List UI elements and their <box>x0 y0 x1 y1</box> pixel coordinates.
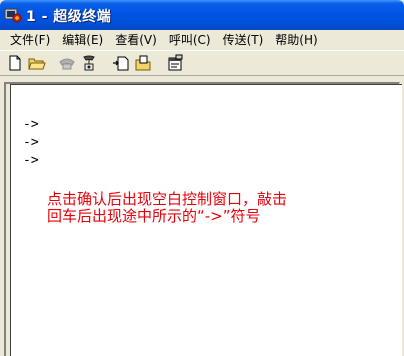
open-button[interactable] <box>28 54 46 72</box>
call-phone-icon <box>59 58 75 70</box>
menu-edit[interactable]: 编辑(E) <box>56 31 109 49</box>
open-folder-icon <box>28 58 46 70</box>
send-button[interactable] <box>112 54 130 72</box>
receive-icon <box>135 55 151 71</box>
call-button[interactable] <box>58 54 76 72</box>
hyperterminal-app-icon[interactable] <box>4 6 22 24</box>
terminal-prompt-line: -> <box>23 135 39 150</box>
annotation-line-1: 点击确认后出现空白控制窗口，敲击 <box>47 190 288 208</box>
menu-transfer[interactable]: 传送(T) <box>217 31 270 49</box>
annotation-text: 点击确认后出现空白控制窗口，敲击 回车后出现途中所示的“->”符号 <box>47 191 287 225</box>
menu-bar: 文件(F) 编辑(E) 查看(V) 呼叫(C) 传送(T) 帮助(H) <box>0 30 404 50</box>
send-icon <box>113 56 129 71</box>
terminal-prompt-line: -> <box>23 153 39 168</box>
terminal-screen[interactable]: -> -> -> 点击确认后出现空白控制窗口，敲击 回车后出现途中所示的“->”… <box>10 84 402 356</box>
toolbar <box>0 50 404 76</box>
window-title: 1 - 超级终端 <box>26 9 112 25</box>
properties-button[interactable] <box>166 54 184 72</box>
receive-button[interactable] <box>134 54 152 72</box>
menu-file[interactable]: 文件(F) <box>4 31 56 49</box>
properties-icon <box>168 54 183 71</box>
terminal-prompt-line: -> <box>23 117 39 132</box>
menu-view[interactable]: 查看(V) <box>109 31 163 49</box>
new-document-button[interactable] <box>6 54 24 72</box>
disconnect-icon <box>83 55 95 71</box>
new-document-icon <box>9 55 21 71</box>
menu-call[interactable]: 呼叫(C) <box>163 31 217 49</box>
disconnect-button[interactable] <box>80 54 98 72</box>
menu-help[interactable]: 帮助(H) <box>269 31 323 49</box>
annotation-line-2: 回车后出现途中所示的“->”符号 <box>47 207 261 225</box>
title-bar[interactable]: 1 - 超级终端 <box>0 0 404 30</box>
hyperterminal-window: 1 - 超级终端 文件(F) 编辑(E) 查看(V) 呼叫(C) 传送(T) 帮… <box>0 0 404 356</box>
